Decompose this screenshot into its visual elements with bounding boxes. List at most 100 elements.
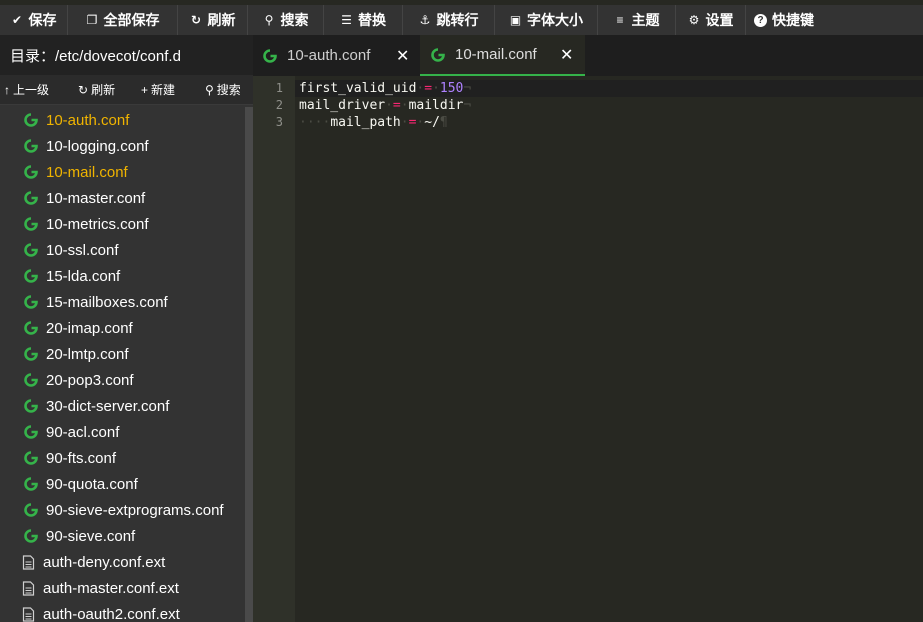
space-marker: · [400,115,409,130]
file-item[interactable]: 10-ssl.conf [0,237,245,263]
toolbar-button-label: 刷新 [207,12,236,28]
toolbar-button[interactable]: ❐ 全部保存 [68,5,178,35]
top-toolbar: ✔ 保存 ❐ 全部保存 ↻ 刷新 ⚲ 搜索 ☰ 替换 ⚓ 跳转行 ▣ 字体大小 ≡ 主题 ⚙ 设置? 快捷键 [0,5,923,35]
file-name: 10-master.conf [46,189,146,207]
code-line[interactable]: ····mail_path·=·~/¶ [299,114,471,131]
editor-tab-bar: 10-auth.conf ✕ 10-mail.conf ✕ [253,35,923,76]
space-marker: · [385,98,393,113]
search-icon: ⚲ [264,13,274,27]
line-number: 2 [275,98,283,112]
code-line[interactable]: mail_driver·=·maildir¬ [299,97,471,114]
config-key: mail_driver [299,98,386,113]
file-name: 10-mail.conf [46,163,128,181]
code-content[interactable]: first_valid_uid·=·150¬ mail_driver·=·mail… [299,80,471,131]
config-file-icon [24,217,38,231]
file-name: 90-sieve.conf [46,527,136,545]
document-icon [22,580,35,596]
file-item[interactable]: 20-lmtp.conf [0,341,245,367]
toolbar-button[interactable]: ? 快捷键 [746,5,822,35]
config-file-icon [24,243,38,257]
file-item[interactable]: 90-quota.conf [0,471,245,497]
toolbar-button-label: 跳转行 [436,12,479,28]
config-file-icon [24,451,38,465]
config-key: mail_path [330,115,401,130]
toolbar-button[interactable]: ↻ 刷新 [178,5,248,35]
space-marker: · [432,81,440,96]
file-name: 90-fts.conf [46,449,117,467]
file-item[interactable]: 15-lda.conf [0,263,245,289]
sidebar-action-label: 新建 [151,83,176,97]
file-item[interactable]: auth-oauth2.conf.ext [0,601,245,622]
tab-label: 10-auth.conf [287,47,371,64]
document-icon [22,606,35,622]
editor-tab[interactable]: 10-mail.conf ✕ [420,35,585,76]
code-editor[interactable]: 123 first_valid_uid·=·150¬ mail_driver·=·… [253,76,923,622]
toolbar-button[interactable]: ⚙ 设置 [676,5,746,35]
toolbar-button[interactable]: ≡ 主题 [598,5,676,35]
file-item[interactable]: 90-sieve-extprograms.conf [0,497,245,523]
line-number: 1 [275,81,283,95]
config-file-icon [24,139,38,153]
sidebar-action-button[interactable]: ↻ 刷新 [78,81,115,98]
file-item[interactable]: 10-logging.conf [0,133,245,159]
arrow-up-icon: ↑ [4,82,10,97]
file-item[interactable]: 10-metrics.conf [0,211,245,237]
file-name: 90-sieve-extprograms.conf [46,501,224,519]
file-item[interactable]: 10-master.conf [0,185,245,211]
sidebar-action-label: 上一级 [13,83,50,97]
sidebar-action-button[interactable]: ↑ 上一级 [4,81,49,98]
file-item[interactable]: 15-mailboxes.conf [0,289,245,315]
file-item[interactable]: 30-dict-server.conf [0,393,245,419]
toolbar-button-label: 全部保存 [103,12,160,28]
config-file-icon [24,295,38,309]
toolbar-button[interactable]: ⚲ 搜索 [248,5,324,35]
file-name: 15-mailboxes.conf [46,293,168,311]
gear-icon: ⚙ [688,13,700,27]
config-file-icon [24,529,38,543]
toolbar-button[interactable]: ⚓ 跳转行 [403,5,495,35]
editor-tab[interactable]: 10-auth.conf ✕ [253,35,418,76]
sidebar-action-button[interactable]: ⚲ 搜索 [205,81,241,98]
close-icon[interactable]: ✕ [396,46,409,66]
file-sidebar: 目录：/etc/dovecot/conf.d ↑ 上一级 ↻ 刷新 + 新建 ⚲ 搜索 10-… [0,35,253,622]
code-line[interactable]: first_valid_uid·=·150¬ [299,80,471,97]
file-item[interactable]: 20-imap.conf [0,315,245,341]
font-size-icon: ▣ [509,13,522,27]
config-file-icon [24,321,38,335]
file-name: auth-master.conf.ext [43,579,179,597]
config-file-icon [431,47,445,62]
directory-path-label: 目录：/etc/dovecot/conf.d [0,35,253,75]
plus-icon: + [141,82,149,97]
file-name: 10-ssl.conf [46,241,119,259]
file-item[interactable]: auth-deny.conf.ext [0,549,245,575]
toolbar-button[interactable]: ▣ 字体大小 [495,5,598,35]
eol-marker: ¬ [463,98,472,113]
file-item[interactable]: 10-auth.conf [0,107,245,133]
sidebar-scrollbar[interactable] [245,107,253,622]
help-icon: ? [754,13,767,27]
assign-operator: = [424,81,433,96]
toolbar-button[interactable]: ☰ 替换 [324,5,403,35]
file-name: 15-lda.conf [46,267,121,285]
config-value: 150 [439,81,464,96]
eol-marker: ¬ [463,81,472,96]
toolbar-button-label: 快捷键 [772,12,814,28]
file-item[interactable]: 90-sieve.conf [0,523,245,549]
file-name: 20-imap.conf [46,319,133,337]
line-number: 3 [275,115,283,129]
file-item[interactable]: auth-master.conf.ext [0,575,245,601]
file-name: 10-auth.conf [46,111,130,129]
copy-icon: ❐ [86,13,98,27]
toolbar-button-label: 保存 [28,12,57,28]
file-item[interactable]: 20-pop3.conf [0,367,245,393]
config-file-icon [24,347,38,361]
file-item[interactable]: 90-fts.conf [0,445,245,471]
toolbar-button[interactable]: ✔ 保存 [0,5,68,35]
close-icon[interactable]: ✕ [560,45,573,65]
config-file-icon [24,373,38,387]
file-name: 20-pop3.conf [46,371,134,389]
sidebar-action-button[interactable]: + 新建 [141,81,175,98]
eol-marker: ¶ [439,115,448,130]
file-item[interactable]: 90-acl.conf [0,419,245,445]
file-item[interactable]: 10-mail.conf [0,159,245,185]
